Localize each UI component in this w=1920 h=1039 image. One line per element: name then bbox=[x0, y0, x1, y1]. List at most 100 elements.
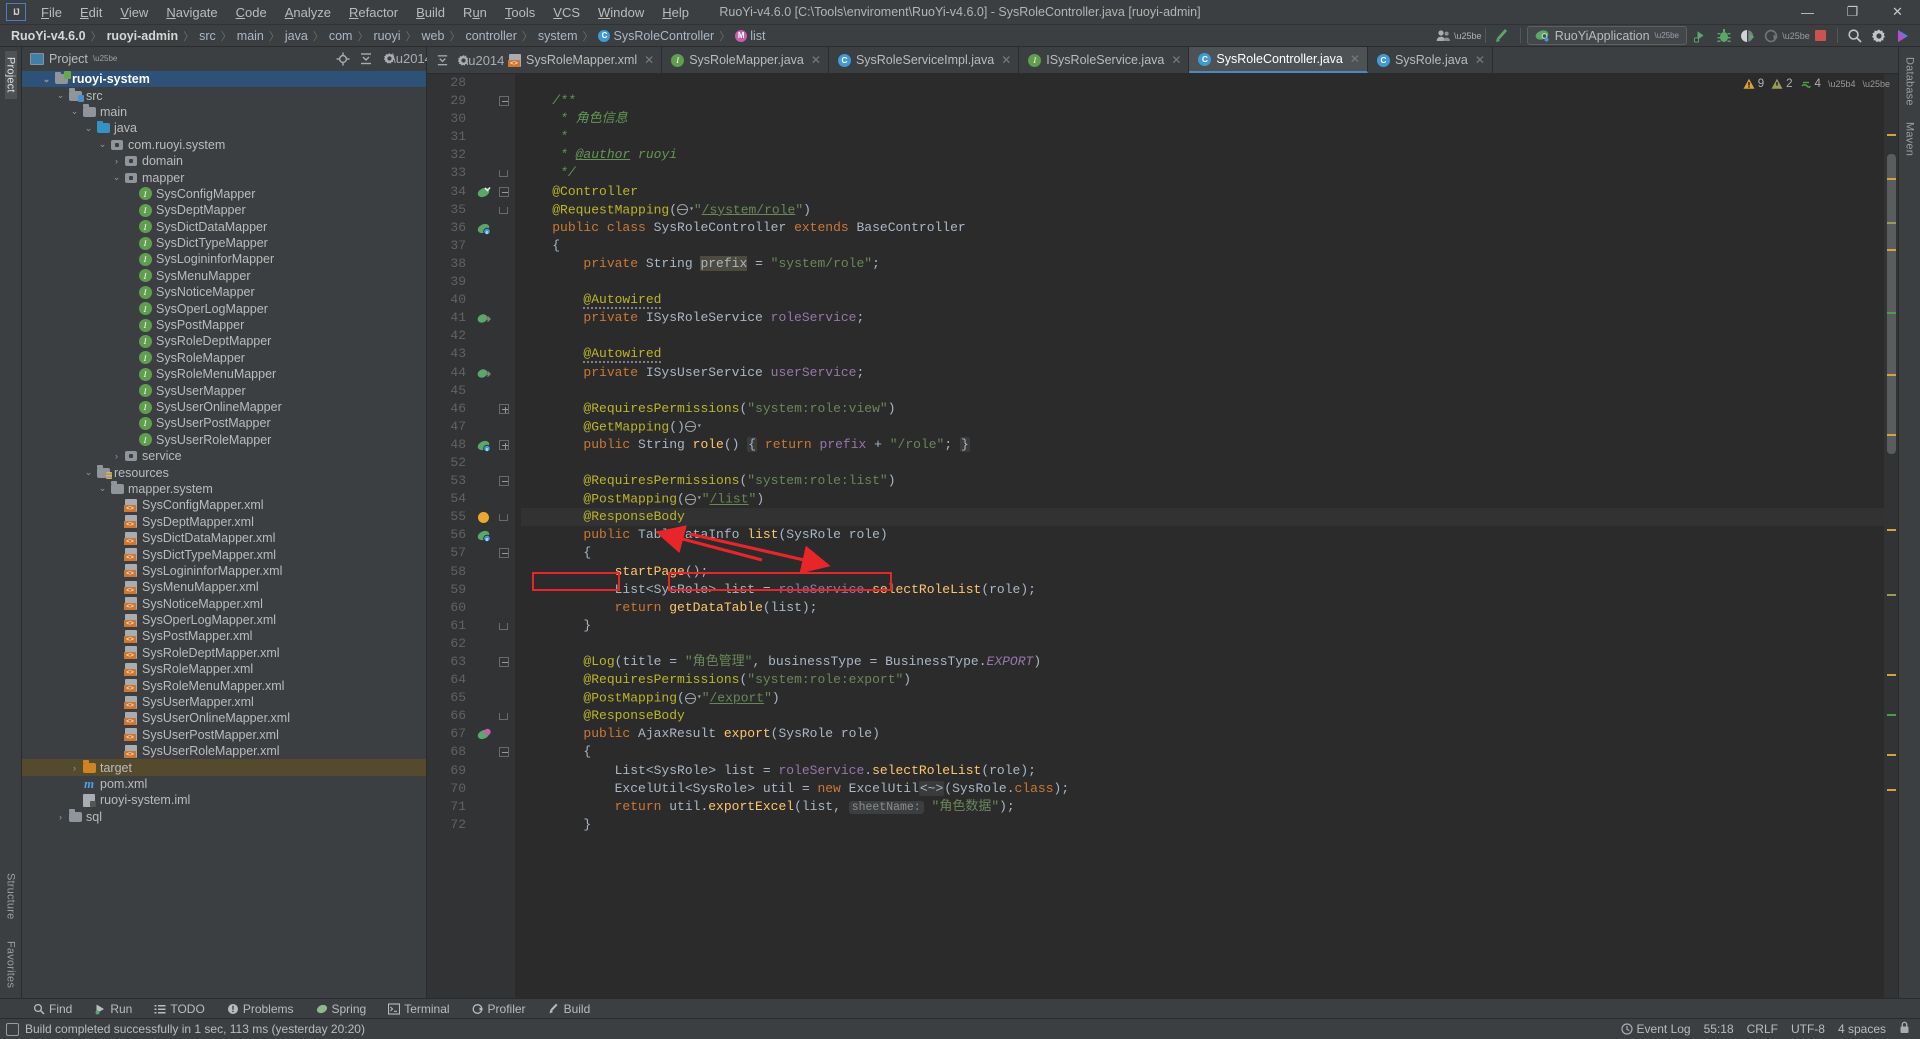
fold-cell[interactable] bbox=[495, 273, 515, 291]
fold-cell[interactable] bbox=[495, 327, 515, 345]
tree-node-syslogininformapper[interactable]: I SysLogininforMapper bbox=[22, 251, 426, 267]
gutter-cell[interactable]: e bbox=[473, 526, 495, 544]
tree-node-sysdictdatamapper-xml[interactable]: SysDictDataMapper.xml bbox=[22, 530, 426, 546]
tree-node-sysroledeptmapper[interactable]: I SysRoleDeptMapper bbox=[22, 333, 426, 349]
main-toolbar[interactable]: \u25be RuoYiApplication \u25be \u25be bbox=[1433, 26, 1920, 46]
chevron-down-icon[interactable]: ⌄ bbox=[110, 172, 123, 183]
code-editor[interactable]: 9 2 4 \u25b4 \u25be 28 29 30 31 32 33 34 35 36 37… bbox=[427, 74, 1898, 998]
tree-node-syspostmapper[interactable]: I SysPostMapper bbox=[22, 317, 426, 333]
fold-end-icon[interactable] bbox=[499, 514, 508, 522]
hide-icon[interactable]: \u2014 bbox=[465, 50, 505, 70]
breadcrumb-item-ruoyi-admin[interactable]: ruoyi-admin bbox=[104, 28, 182, 44]
fold-cell[interactable] bbox=[495, 183, 515, 201]
fold-cell[interactable] bbox=[495, 255, 515, 273]
stripe-button-project[interactable]: Project bbox=[4, 51, 17, 99]
tree-node-sysdictdatamapper[interactable]: I SysDictDataMapper bbox=[22, 219, 426, 235]
chevron-down-icon[interactable]: ⌄ bbox=[82, 123, 95, 134]
tree-node-sysuseronlinemapper-xml[interactable]: SysUserOnlineMapper.xml bbox=[22, 710, 426, 726]
tool-window-button-find[interactable]: Find bbox=[22, 1002, 83, 1016]
main-menu[interactable]: File Edit View Navigate Code Analyze Refactor B… bbox=[32, 2, 698, 23]
error-stripe-mark[interactable] bbox=[1887, 178, 1896, 180]
tree-node-sysconfigmapper-xml[interactable]: SysConfigMapper.xml bbox=[22, 497, 426, 513]
fold-cell[interactable] bbox=[495, 146, 515, 164]
gutter-cell[interactable] bbox=[473, 743, 495, 761]
error-stripe-mark[interactable] bbox=[1887, 249, 1896, 251]
tree-node-sysuseronlinemapper[interactable]: I SysUserOnlineMapper bbox=[22, 399, 426, 415]
editor-tabs-actions[interactable]: \u2014 bbox=[427, 47, 505, 73]
breadcrumb-item-sysrolecontroller[interactable]: C SysRoleController bbox=[595, 28, 717, 44]
gutter-cell[interactable] bbox=[473, 635, 495, 653]
fold-cell[interactable] bbox=[495, 364, 515, 382]
code-line[interactable]: @RequiresPermissions("system:role:view") bbox=[521, 400, 1884, 418]
chevron-right-icon[interactable]: › bbox=[54, 812, 67, 822]
event-log-button[interactable]: Event Log bbox=[1620, 1022, 1691, 1036]
editor-scrollbar[interactable] bbox=[1885, 74, 1898, 998]
gutter-cell[interactable] bbox=[473, 544, 495, 562]
gutter-cell[interactable] bbox=[473, 237, 495, 255]
tree-node-sysroledeptmapper-xml[interactable]: SysRoleDeptMapper.xml bbox=[22, 645, 426, 661]
gutter-cell[interactable] bbox=[473, 563, 495, 581]
code-line[interactable]: List<SysRole> list = roleService.selectR… bbox=[521, 581, 1884, 599]
chevron-down-icon[interactable]: ⌄ bbox=[40, 74, 53, 85]
code-line[interactable]: @Autowired bbox=[521, 291, 1884, 310]
run-icon[interactable] bbox=[1689, 26, 1711, 46]
tree-node-ruoyi-system[interactable]: ⌄ ruoyi-system bbox=[22, 71, 426, 88]
gutter-cell[interactable] bbox=[473, 780, 495, 798]
fold-cell[interactable] bbox=[495, 309, 515, 327]
menu-run[interactable]: Run bbox=[454, 2, 496, 23]
code-line[interactable]: * bbox=[521, 128, 1884, 146]
breadcrumb-item-controller[interactable]: controller bbox=[462, 28, 519, 44]
tree-node-sysconfigmapper[interactable]: I SysConfigMapper bbox=[22, 186, 426, 202]
gutter-cell[interactable] bbox=[473, 490, 495, 508]
code-line[interactable]: @Log(title = "角色管理", businessType = Busi… bbox=[521, 653, 1884, 671]
tree-node-service[interactable]: › service bbox=[22, 448, 426, 464]
gutter-cell[interactable] bbox=[473, 327, 495, 345]
tree-node-sysdicttypemapper[interactable]: I SysDictTypeMapper bbox=[22, 235, 426, 251]
tree-node-sysdeptmapper[interactable]: I SysDeptMapper bbox=[22, 202, 426, 218]
indent-setting[interactable]: 4 spaces bbox=[1838, 1022, 1886, 1036]
tree-node-sql[interactable]: › sql bbox=[22, 809, 426, 825]
code-content[interactable]: /** * 角色信息 * * @author ruoyi */ @Control… bbox=[515, 74, 1884, 998]
fold-cell[interactable] bbox=[495, 436, 515, 454]
code-line[interactable]: List<SysRole> list = roleService.selectR… bbox=[521, 762, 1884, 780]
profile-icon[interactable] bbox=[1761, 26, 1783, 46]
tree-node-pom-xml[interactable]: m pom.xml bbox=[22, 776, 426, 792]
fold-cell[interactable] bbox=[495, 345, 515, 363]
tree-node-mapper[interactable]: ⌄ mapper bbox=[22, 169, 426, 185]
tree-node-domain[interactable]: › domain bbox=[22, 153, 426, 169]
code-line[interactable]: } bbox=[521, 816, 1884, 834]
error-stripe-mark[interactable] bbox=[1887, 134, 1896, 136]
menu-tools[interactable]: Tools bbox=[496, 2, 544, 23]
editor-tab-list[interactable]: SysRoleMapper.xml✕ISysRoleMapper.java✕CS… bbox=[500, 47, 1493, 73]
gutter-cell[interactable] bbox=[473, 110, 495, 128]
code-line[interactable]: @ResponseBody bbox=[521, 508, 1884, 527]
gutter-cell[interactable] bbox=[473, 798, 495, 816]
tree-node-mapper-system[interactable]: ⌄ mapper.system bbox=[22, 481, 426, 497]
tool-window-button-spring[interactable]: Spring bbox=[305, 1002, 378, 1016]
gutter-cell[interactable] bbox=[473, 599, 495, 617]
right-tool-stripe[interactable]: Database Maven bbox=[1898, 47, 1920, 998]
tree-node-syspostmapper-xml[interactable]: SysPostMapper.xml bbox=[22, 628, 426, 644]
code-line[interactable]: @RequestMapping(▾ "/system/role") bbox=[521, 201, 1884, 219]
code-line[interactable] bbox=[521, 382, 1884, 400]
code-line[interactable] bbox=[521, 273, 1884, 291]
fold-cell[interactable] bbox=[495, 526, 515, 544]
update-project-icon[interactable] bbox=[1492, 26, 1514, 46]
fold-end-icon[interactable] bbox=[499, 622, 508, 630]
debug-icon[interactable] bbox=[1713, 26, 1735, 46]
stop-icon[interactable] bbox=[1809, 26, 1831, 46]
editor-tab-sysrolecontroller-java[interactable]: C SysRoleController.java ✕ bbox=[1189, 47, 1368, 73]
fold-cell[interactable] bbox=[495, 472, 515, 490]
tree-node-sysusermapper[interactable]: I SysUserMapper bbox=[22, 382, 426, 398]
gutter-cell[interactable] bbox=[473, 581, 495, 599]
chevron-down-icon[interactable]: ⌄ bbox=[96, 139, 109, 150]
close-icon[interactable]: ✕ bbox=[1475, 53, 1485, 67]
gutter-cell[interactable] bbox=[473, 146, 495, 164]
spring-bean-icon[interactable] bbox=[477, 728, 491, 742]
chevron-down-icon[interactable]: ⌄ bbox=[82, 467, 95, 478]
code-line[interactable]: @ResponseBody bbox=[521, 707, 1884, 725]
fold-cell[interactable] bbox=[495, 508, 515, 526]
fold-cell[interactable] bbox=[495, 617, 515, 635]
fold-cell[interactable] bbox=[495, 382, 515, 400]
gutter-cell[interactable] bbox=[473, 345, 495, 363]
